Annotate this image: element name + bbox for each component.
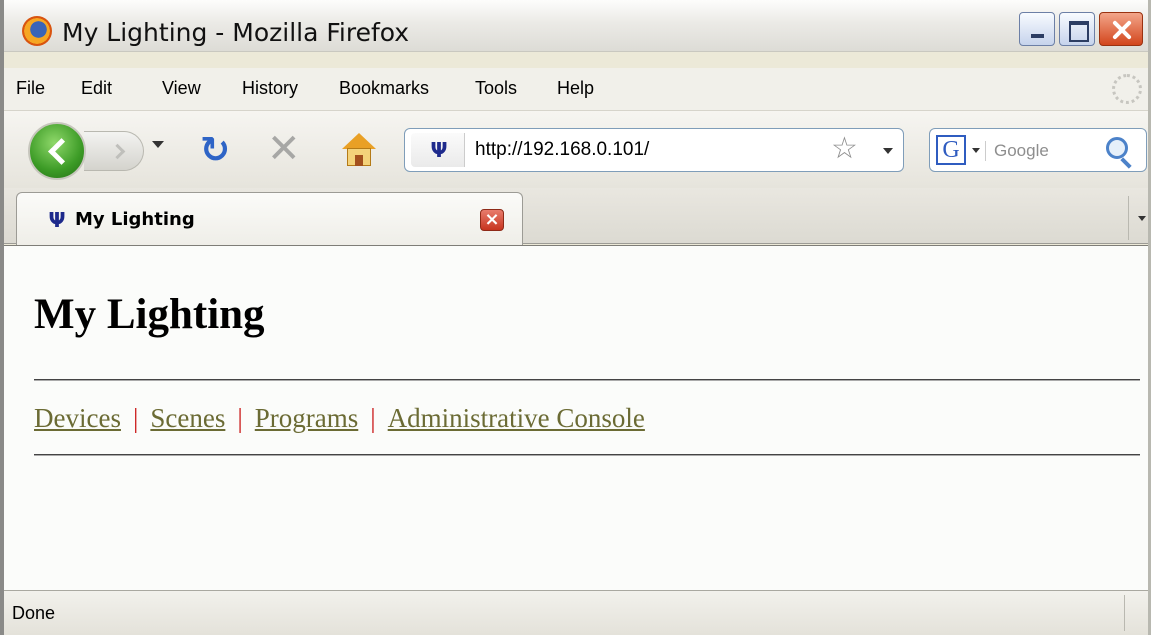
bookmark-star-icon[interactable]: ☆	[831, 131, 858, 166]
navigation-toolbar: ↻ ✕ Ψ http://192.168.0.101/ ☆ G Google	[4, 110, 1148, 188]
menu-history[interactable]: History	[242, 78, 298, 99]
tab-label: My Lighting	[75, 209, 195, 230]
history-dropdown-icon[interactable]	[152, 141, 164, 148]
google-engine-icon[interactable]: G	[936, 135, 966, 165]
page-heading: My Lighting	[34, 291, 265, 338]
link-separator: |	[370, 403, 376, 433]
url-dropdown-icon[interactable]	[883, 148, 893, 154]
browser-window: My Lighting - Mozilla Firefox File Edit …	[0, 0, 1151, 635]
address-bar[interactable]: Ψ http://192.168.0.101/ ☆	[404, 128, 904, 172]
search-input[interactable]: Google	[985, 141, 1049, 161]
site-favicon-icon: Ψ	[430, 138, 448, 162]
window-title: My Lighting - Mozilla Firefox	[62, 18, 410, 47]
tab-close-icon[interactable]: ×	[480, 209, 504, 231]
menu-bookmarks[interactable]: Bookmarks	[339, 78, 429, 99]
status-text: Done	[12, 603, 56, 623]
forward-button[interactable]	[84, 131, 144, 171]
tab-strip: Ψ My Lighting ×	[4, 188, 1151, 245]
link-scenes[interactable]: Scenes	[150, 403, 225, 433]
tab-my-lighting[interactable]: Ψ My Lighting ×	[16, 192, 523, 245]
back-button[interactable]	[28, 122, 86, 180]
site-identity-button[interactable]: Ψ	[411, 133, 465, 167]
url-input[interactable]: http://192.168.0.101/	[475, 139, 649, 161]
list-all-tabs-button[interactable]	[1128, 196, 1151, 240]
engine-dropdown-icon[interactable]	[972, 148, 980, 153]
maximize-button[interactable]	[1059, 12, 1095, 46]
top-divider	[34, 379, 1140, 381]
page-content: My Lighting Devices | Scenes | Programs | Admi…	[4, 245, 1148, 590]
throbber-icon	[1112, 74, 1142, 104]
link-programs[interactable]: Programs	[255, 403, 359, 433]
menu-view[interactable]: View	[162, 78, 201, 99]
link-administrative-console[interactable]: Administrative Console	[388, 403, 645, 433]
link-devices[interactable]: Devices	[34, 403, 121, 433]
status-divider	[1124, 595, 1125, 631]
bottom-divider	[34, 454, 1140, 456]
minimize-button[interactable]	[1019, 12, 1055, 46]
title-bar: My Lighting - Mozilla Firefox	[4, 0, 1148, 52]
page-nav-links: Devices | Scenes | Programs | Administrative C…	[34, 403, 645, 434]
menu-edit[interactable]: Edit	[81, 78, 112, 99]
menu-bar: File Edit View History Bookmarks Tools H…	[4, 68, 1148, 110]
link-separator: |	[237, 403, 243, 433]
stop-icon[interactable]: ✕	[267, 129, 301, 169]
menu-help[interactable]: Help	[557, 78, 594, 99]
tab-favicon-icon: Ψ	[48, 208, 66, 232]
reload-icon[interactable]: ↻	[200, 133, 230, 169]
menu-file[interactable]: File	[16, 78, 45, 99]
firefox-logo-icon	[22, 16, 52, 46]
search-icon[interactable]	[1106, 137, 1128, 159]
menu-tools[interactable]: Tools	[475, 78, 517, 99]
home-icon[interactable]	[340, 133, 378, 167]
link-separator: |	[132, 403, 139, 433]
search-bar[interactable]: G Google	[929, 128, 1147, 172]
close-window-button[interactable]	[1099, 12, 1143, 46]
status-bar: Done	[4, 590, 1148, 635]
